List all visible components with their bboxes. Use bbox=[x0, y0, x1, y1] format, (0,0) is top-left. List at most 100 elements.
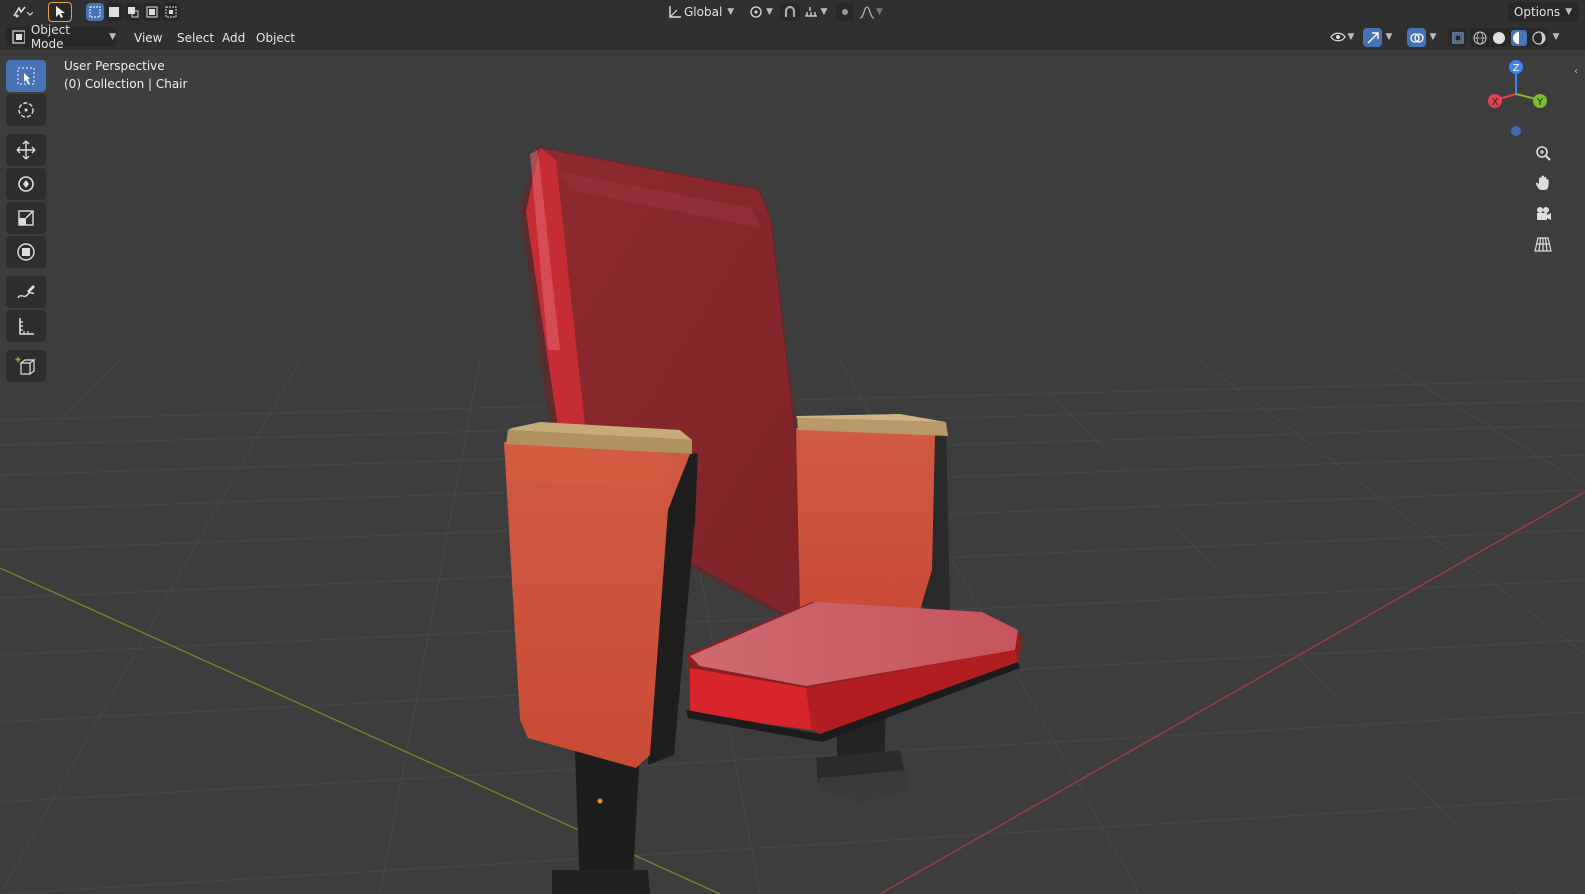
select-mode-invert-button[interactable] bbox=[143, 3, 161, 21]
pivot-point-dropdown[interactable]: ▼ bbox=[748, 2, 774, 22]
3d-viewport[interactable]: User Perspective (0) Collection | Chair bbox=[0, 50, 1585, 894]
select-box-tool[interactable] bbox=[6, 60, 46, 92]
chair-model bbox=[504, 146, 1022, 894]
viewport-scene bbox=[0, 146, 1585, 894]
transform-orientation-dropdown[interactable]: Global ▼ bbox=[684, 2, 740, 22]
editor-type-button[interactable] bbox=[6, 2, 38, 22]
chevron-down-icon: ▼ bbox=[766, 7, 773, 17]
hand-icon bbox=[1535, 175, 1549, 190]
pivot-point-icon bbox=[750, 6, 762, 18]
mode-dropdown[interactable]: Object Mode ▼ bbox=[6, 23, 116, 51]
chevron-down-icon: ▼ bbox=[1385, 32, 1393, 42]
negative-z-handle bbox=[1511, 126, 1521, 136]
transform-tool[interactable] bbox=[6, 236, 46, 268]
overlays-dropdown[interactable]: ▼ bbox=[1426, 27, 1440, 47]
transform-orientation-value: Global bbox=[684, 5, 723, 19]
snap-toggle[interactable] bbox=[780, 3, 800, 21]
editor-type-icon bbox=[13, 6, 33, 18]
chevron-down-icon: ▼ bbox=[876, 7, 883, 17]
snap-target-dropdown[interactable]: ▼ bbox=[800, 2, 830, 22]
snap-increment-icon bbox=[804, 7, 817, 17]
orientation-icon-button[interactable] bbox=[664, 2, 686, 22]
pan-button[interactable] bbox=[1530, 170, 1556, 196]
overlays-icon bbox=[1409, 32, 1424, 43]
overlays-toggle[interactable] bbox=[1407, 28, 1426, 47]
menu-add[interactable]: Add bbox=[216, 28, 251, 48]
camera-icon bbox=[1537, 207, 1551, 220]
orientation-icon bbox=[669, 6, 681, 18]
measure-tool[interactable] bbox=[6, 310, 46, 342]
tool-header: Global ▼ ▼ ▼ ▼ Options ▼ bbox=[0, 0, 1585, 25]
chevron-down-icon: ▼ bbox=[820, 7, 828, 17]
select-mode-extend-button[interactable] bbox=[105, 3, 123, 21]
select-box-icon bbox=[17, 67, 35, 85]
scale-tool[interactable] bbox=[6, 202, 46, 234]
navigation-gizmo[interactable]: Z Y X bbox=[1480, 56, 1560, 142]
move-icon bbox=[16, 140, 36, 160]
pointer-icon bbox=[56, 6, 65, 18]
move-tool[interactable] bbox=[6, 134, 46, 166]
object-mode-icon bbox=[12, 30, 25, 44]
add-cube-tool[interactable] bbox=[6, 350, 46, 382]
wireframe-shading-icon[interactable] bbox=[1473, 31, 1487, 45]
eye-icon bbox=[1329, 32, 1346, 42]
add-cube-icon bbox=[15, 357, 36, 375]
proportional-edit-icon bbox=[842, 9, 848, 15]
annotate-tool[interactable] bbox=[6, 276, 46, 308]
solid-shading-icon[interactable] bbox=[1492, 31, 1506, 45]
chevron-down-icon: ▼ bbox=[1429, 32, 1437, 42]
select-new-icon bbox=[89, 6, 101, 18]
rendered-shading-icon[interactable] bbox=[1531, 30, 1546, 45]
select-intersect-icon bbox=[165, 6, 177, 18]
cursor-icon bbox=[18, 102, 34, 118]
chevron-down-icon: ▼ bbox=[109, 32, 116, 42]
perspective-label: User Perspective bbox=[64, 59, 165, 73]
annotate-icon bbox=[17, 285, 35, 299]
scale-icon bbox=[18, 210, 34, 226]
chevron-down-icon: ▼ bbox=[1552, 32, 1560, 42]
mode-value: Object Mode bbox=[30, 23, 70, 51]
chevron-down-icon: ▼ bbox=[1347, 32, 1355, 42]
magnet-icon bbox=[784, 5, 796, 17]
falloff-dropdown[interactable]: ▼ bbox=[856, 2, 886, 22]
select-tool-header-button[interactable] bbox=[48, 2, 72, 22]
gizmo-icon bbox=[1367, 31, 1379, 43]
perspective-toggle-button[interactable] bbox=[1530, 231, 1556, 257]
camera-view-button[interactable] bbox=[1530, 201, 1556, 227]
chevron-down-icon: ▼ bbox=[1565, 7, 1573, 17]
menu-object[interactable]: Object bbox=[250, 28, 301, 48]
x-label: X bbox=[1492, 97, 1499, 108]
rotate-tool[interactable] bbox=[6, 168, 46, 200]
gizmo-dropdown[interactable]: ▼ bbox=[1382, 27, 1396, 47]
proportional-editing-toggle[interactable] bbox=[836, 3, 854, 21]
menu-view[interactable]: View bbox=[128, 28, 168, 48]
select-invert-icon bbox=[146, 6, 158, 18]
select-mode-subtract-button[interactable] bbox=[124, 3, 142, 21]
select-subtract-icon bbox=[128, 7, 139, 18]
material-preview-icon[interactable] bbox=[1510, 29, 1527, 46]
z-label: Z bbox=[1513, 63, 1520, 74]
menu-select[interactable]: Select bbox=[171, 28, 220, 48]
select-extend-icon bbox=[109, 7, 119, 17]
select-mode-intersect-button[interactable] bbox=[162, 3, 180, 21]
falloff-curve-icon bbox=[859, 6, 875, 19]
shading-modes bbox=[1470, 28, 1548, 47]
x-axis-line bbox=[879, 491, 1585, 894]
xray-toggle[interactable] bbox=[1448, 28, 1467, 47]
select-mode-new-button[interactable] bbox=[86, 3, 104, 21]
options-label: Options bbox=[1513, 5, 1561, 19]
gizmo-toggle[interactable] bbox=[1363, 28, 1382, 47]
shading-dropdown[interactable]: ▼ bbox=[1549, 27, 1563, 47]
y-label: Y bbox=[1536, 97, 1544, 108]
xray-icon bbox=[1451, 31, 1464, 44]
rotate-icon bbox=[18, 176, 34, 192]
options-dropdown[interactable]: Options ▼ bbox=[1508, 2, 1578, 22]
visibility-dropdown[interactable]: ▼ bbox=[1326, 27, 1358, 47]
cursor-tool[interactable] bbox=[6, 94, 46, 126]
zoom-icon bbox=[1536, 146, 1551, 161]
sidebar-toggle-arrow[interactable]: ‹ bbox=[1574, 66, 1584, 80]
zoom-button[interactable] bbox=[1530, 140, 1556, 166]
measure-icon bbox=[19, 318, 34, 335]
collection-label: (0) Collection | Chair bbox=[64, 77, 188, 91]
grid-perspective-icon bbox=[1534, 237, 1552, 252]
